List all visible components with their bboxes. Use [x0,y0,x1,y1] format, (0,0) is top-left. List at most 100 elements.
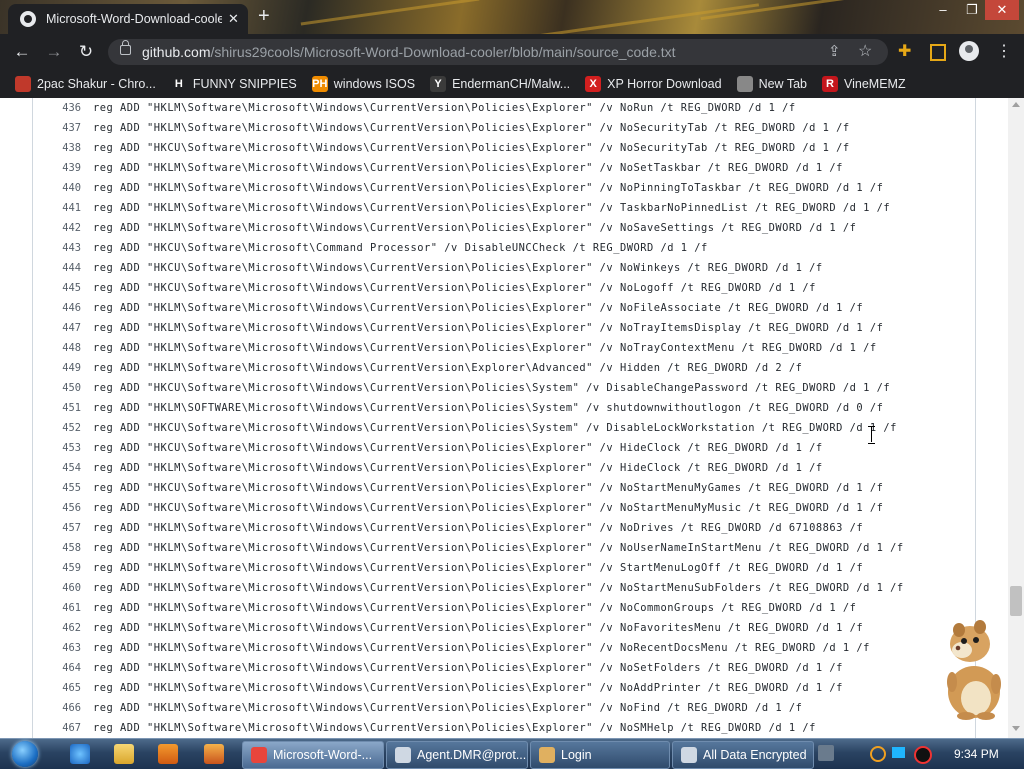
source-code-page: 436 reg ADD "HKLM\Software\Microsoft\Wind… [0,98,1008,738]
back-arrow-icon[interactable]: ← [10,41,34,63]
taskbar-task-label: Microsoft-Word-... [273,748,373,762]
bookmark-item[interactable]: PH windows ISOS [311,76,415,92]
line-number[interactable]: 466 [33,702,93,714]
close-window-button[interactable]: ✕ [985,0,1019,20]
code-text: reg ADD "HKLM\Software\Microsoft\Windows… [93,702,803,714]
line-number[interactable]: 467 [33,722,93,734]
paint-icon[interactable] [204,744,224,764]
forward-arrow-icon[interactable]: → [42,41,66,63]
line-number[interactable]: 445 [33,282,93,294]
maximize-button[interactable]: ❐ [955,0,989,20]
reload-icon[interactable]: ↻ [74,41,98,63]
start-button[interactable] [4,739,44,769]
network-icon[interactable] [892,747,905,758]
chrome-menu-icon[interactable]: ⋮ [996,41,1012,61]
tray-app-icon[interactable] [818,745,834,761]
line-number[interactable]: 441 [33,202,93,214]
scroll-up-arrow-icon[interactable] [1012,102,1020,107]
bookmark-item[interactable]: 2pac Shakur - Chro... [15,76,156,92]
line-number[interactable]: 449 [33,362,93,374]
line-number[interactable]: 457 [33,522,93,534]
bookmarks-bar: 2pac Shakur - Chro... H FUNNY SNIPPIES PH wi… [0,70,1024,98]
line-number[interactable]: 464 [33,662,93,674]
code-text: reg ADD "HKLM\Software\Microsoft\Windows… [93,342,877,354]
line-number[interactable]: 450 [33,382,93,394]
line-number[interactable]: 456 [33,502,93,514]
share-icon[interactable]: ⇪ [828,42,841,60]
yp-favicon: Y [430,76,447,92]
code-line: 466 reg ADD "HKLM\Software\Microsoft\Wind… [33,698,802,718]
line-number[interactable]: 437 [33,122,93,134]
line-number[interactable]: 452 [33,422,93,434]
code-text: reg ADD "HKLM\Software\Microsoft\Windows… [93,602,857,614]
code-line: 436 reg ADD "HKLM\Software\Microsoft\Wind… [33,98,796,118]
lock-icon[interactable] [120,40,131,55]
browser-tab-active[interactable]: Microsoft-Word-Download-cooler ✕ [8,4,248,34]
line-number[interactable]: 447 [33,322,93,334]
tab-strip-decoration [300,0,480,26]
media-player-icon[interactable] [158,744,178,764]
bookmark-label: VineMEMZ [844,77,906,91]
line-number[interactable]: 461 [33,602,93,614]
bookmark-star-icon[interactable]: ☆ [858,41,872,61]
line-number[interactable]: 454 [33,462,93,474]
code-text: reg ADD "HKLM\Software\Microsoft\Windows… [93,662,843,674]
browser-tabstrip: Microsoft-Word-Download-cooler ✕ + – ❐ ✕ [0,0,1024,34]
hamster-desktop-pet[interactable] [930,612,1010,722]
code-line: 457 reg ADD "HKLM\Software\Microsoft\Wind… [33,518,863,538]
line-number[interactable]: 462 [33,622,93,634]
line-number[interactable]: 460 [33,582,93,594]
line-number[interactable]: 463 [33,642,93,654]
side-panel-icon[interactable] [930,44,946,61]
line-number[interactable]: 448 [33,342,93,354]
line-number[interactable]: 442 [33,222,93,234]
code-text: reg ADD "HKLM\Software\Microsoft\Windows… [93,162,843,174]
internet-explorer-icon[interactable] [70,744,90,764]
code-text: reg ADD "HKCU\Software\Microsoft\Windows… [93,442,823,454]
new-tab-button[interactable]: + [258,6,270,26]
line-number[interactable]: 455 [33,482,93,494]
bookmark-item[interactable]: New Tab [736,76,807,92]
antivirus-icon[interactable] [914,746,932,764]
bookmark-item[interactable]: X XP Horror Download [585,76,722,92]
taskbar-task[interactable]: Microsoft-Word-... [242,741,384,769]
file-explorer-icon[interactable] [114,744,134,764]
line-number[interactable]: 459 [33,562,93,574]
line-number[interactable]: 436 [33,102,93,114]
taskbar-task[interactable]: All Data Encrypted [672,741,814,769]
line-number[interactable]: 446 [33,302,93,314]
taskbar-task[interactable]: Agent.DMR@prot... [386,741,528,769]
code-line: 455 reg ADD "HKCU\Software\Microsoft\Wind… [33,478,883,498]
line-number[interactable]: 465 [33,682,93,694]
address-bar[interactable]: github.com/shirus29cools/Microsoft-Word-… [108,39,888,65]
line-number[interactable]: 440 [33,182,93,194]
line-number[interactable]: 451 [33,402,93,414]
taskbar-task[interactable]: Login [530,741,670,769]
line-number[interactable]: 443 [33,242,93,254]
extensions-puzzle-icon[interactable]: ✚ [898,41,911,61]
line-number[interactable]: 453 [33,442,93,454]
line-number[interactable]: 438 [33,142,93,154]
code-line: 467 reg ADD "HKLM\Software\Microsoft\Wind… [33,718,816,738]
bookmark-item[interactable]: R VineMEMZ [822,76,906,92]
code-line: 462 reg ADD "HKLM\Software\Microsoft\Wind… [33,618,863,638]
chrome-icon [736,76,753,92]
line-number[interactable]: 458 [33,542,93,554]
code-line: 443 reg ADD "HKCU\Software\Microsoft\Comm… [33,238,708,258]
vertical-scrollbar[interactable] [1008,98,1024,738]
bookmark-item[interactable]: H FUNNY SNIPPIES [170,76,297,92]
code-line: 450 reg ADD "HKCU\Software\Microsoft\Wind… [33,378,890,398]
line-number[interactable]: 444 [33,262,93,274]
scroll-down-arrow-icon[interactable] [1012,726,1020,731]
scroll-thumb[interactable] [1010,586,1022,616]
bookmark-item[interactable]: Y EndermanCH/Malw... [430,76,570,92]
tab-close-icon[interactable]: ✕ [228,11,239,27]
h-logo-icon: H [170,76,187,92]
url-text[interactable]: github.com/shirus29cools/Microsoft-Word-… [142,44,676,60]
profile-avatar-icon[interactable] [959,41,979,61]
code-line: 446 reg ADD "HKLM\Software\Microsoft\Wind… [33,298,863,318]
tupac-favicon [15,76,31,92]
line-number[interactable]: 439 [33,162,93,174]
search-magnifier-icon[interactable] [870,746,886,762]
taskbar-clock[interactable]: 9:34 PM [954,747,999,761]
